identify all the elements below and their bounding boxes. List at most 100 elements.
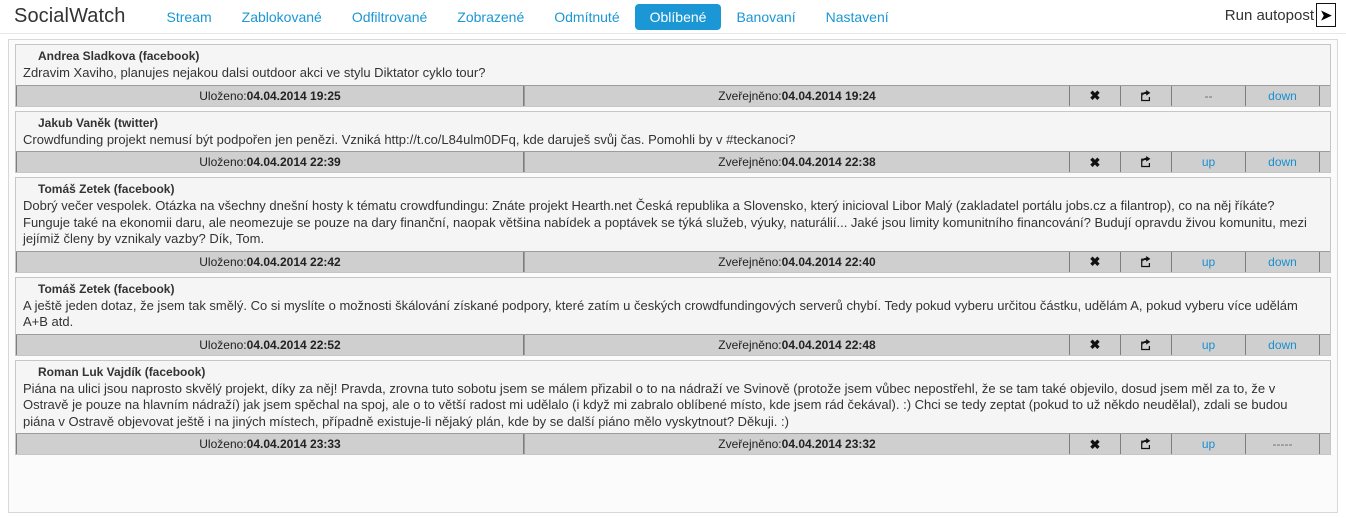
autopost-control: Run autopost ➤: [1225, 3, 1336, 27]
play-arrow-icon[interactable]: ➤: [1316, 3, 1336, 27]
share-external-icon[interactable]: [1121, 152, 1172, 172]
move-down-button[interactable]: down: [1246, 85, 1320, 106]
nav-item-nastaven-[interactable]: Nastavení: [811, 4, 904, 30]
post-author: Tomáš Zetek (facebook): [38, 281, 175, 296]
posts-list: Andrea Sladkova (facebook) Zdravim Xaviho…: [15, 44, 1331, 455]
move-up-button: --: [1172, 85, 1246, 106]
published-label: Zveřejněno:: [718, 155, 782, 169]
published-label: Zveřejněno:: [718, 337, 782, 352]
nav-item-zablokovan-[interactable]: Zablokované: [227, 4, 337, 30]
post-text: Piána na ulici jsou naprosto skvělý proj…: [23, 380, 1288, 429]
move-down-label: -----: [1272, 437, 1293, 451]
move-up-label: up: [1201, 254, 1216, 269]
saved-timestamp-cell: Uloženo: 04.04.2014 22:39: [16, 152, 524, 172]
share-external-icon[interactable]: [1121, 434, 1172, 454]
post-meta-row: Uloženo: 04.04.2014 23:33 Zveřejněno: 04.04…: [16, 433, 1330, 454]
published-label: Zveřejněno:: [718, 88, 782, 103]
move-up-label: up: [1201, 437, 1216, 451]
published-value: 04.04.2014 22:38: [781, 155, 876, 169]
saved-value: 04.04.2014 23:33: [246, 437, 341, 451]
post-author: Jakub Vaněk (twitter): [38, 115, 159, 130]
saved-timestamp-cell: Uloženo: 04.04.2014 19:25: [16, 85, 524, 106]
top-navbar: SocialWatch Stream Zablokované Odfiltrovan…: [0, 0, 1346, 34]
post-text: Zdravim Xaviho, planujes nejakou dalsi o…: [23, 65, 486, 80]
move-up-button[interactable]: up: [1172, 434, 1246, 454]
move-down-button: -----: [1246, 434, 1320, 454]
nav-item-obl-ben-[interactable]: Oblíbené: [634, 3, 722, 30]
published-timestamp-cell: Zveřejněno: 04.04.2014 22:38: [524, 152, 1070, 172]
move-down-button[interactable]: down: [1246, 251, 1320, 272]
move-down-label: down: [1268, 88, 1297, 103]
move-down-button[interactable]: down: [1246, 152, 1320, 172]
post-meta-row: Uloženo: 04.04.2014 19:25 Zveřejněno: 04.04…: [16, 84, 1330, 106]
app-brand[interactable]: SocialWatch: [14, 5, 126, 28]
saved-label: Uloženo:: [199, 155, 247, 169]
post-text: Dobrý večer vespolek. Otázka na všechny …: [23, 198, 1307, 246]
delete-post-button[interactable]: ✖: [1070, 434, 1121, 454]
move-down-label: down: [1268, 155, 1297, 169]
move-up-button[interactable]: up: [1172, 334, 1246, 355]
saved-value: 04.04.2014 22:52: [246, 337, 341, 352]
saved-label: Uloženo:: [199, 254, 247, 269]
saved-label: Uloženo:: [199, 337, 247, 352]
published-value: 04.04.2014 23:32: [781, 437, 876, 451]
delete-post-button[interactable]: ✖: [1070, 152, 1121, 172]
post-meta-row: Uloženo: 04.04.2014 22:52 Zveřejněno: 04.04…: [16, 333, 1330, 355]
autopost-label: Run autopost: [1224, 6, 1314, 24]
close-x-icon: ✖: [1089, 337, 1101, 352]
post-author: Andrea Sladkova (facebook): [38, 49, 200, 63]
saved-value: 04.04.2014 19:25: [246, 88, 341, 103]
post-card: Jakub Vaněk (twitter) Crowdfunding projek…: [15, 110, 1331, 173]
saved-timestamp-cell: Uloženo: 04.04.2014 22:52: [16, 334, 524, 355]
post-meta-row: Uloženo: 04.04.2014 22:39 Zveřejněno: 04.04…: [16, 151, 1330, 172]
move-up-label: --: [1204, 88, 1213, 103]
post-card: Tomáš Zetek (facebook) A ještě jeden dota…: [15, 276, 1331, 356]
post-card: Roman Luk Vajdík (facebook) Piána na ulic…: [15, 359, 1331, 455]
move-up-button[interactable]: up: [1172, 152, 1246, 172]
nav-item-stream[interactable]: Stream: [152, 4, 227, 30]
move-down-label: down: [1268, 337, 1297, 352]
published-timestamp-cell: Zveřejněno: 04.04.2014 23:32: [524, 434, 1070, 454]
nav-item-odfiltrovan-[interactable]: Odfiltrované: [337, 4, 442, 30]
delete-post-button[interactable]: ✖: [1070, 334, 1121, 355]
close-x-icon: ✖: [1089, 154, 1101, 170]
saved-timestamp-cell: Uloženo: 04.04.2014 22:42: [16, 251, 524, 272]
published-label: Zveřejněno:: [718, 254, 782, 269]
post-text: Crowdfunding projekt nemusí být podpořen…: [23, 131, 796, 147]
saved-timestamp-cell: Uloženo: 04.04.2014 23:33: [16, 434, 524, 454]
saved-value: 04.04.2014 22:42: [246, 254, 341, 269]
published-label: Zveřejněno:: [718, 437, 782, 451]
move-up-button[interactable]: up: [1172, 251, 1246, 272]
post-text: A ještě jeden dotaz, že jsem tak smělý. …: [23, 297, 1298, 330]
published-value: 04.04.2014 19:24: [781, 88, 876, 103]
delete-post-button[interactable]: ✖: [1070, 251, 1121, 272]
move-down-label: down: [1268, 254, 1297, 269]
saved-label: Uloženo:: [199, 88, 247, 103]
move-up-label: up: [1201, 337, 1216, 352]
post-author: Tomáš Zetek (facebook): [38, 182, 175, 196]
nav-item-odm-tnut-[interactable]: Odmítnuté: [539, 4, 634, 30]
post-meta-row: Uloženo: 04.04.2014 22:42 Zveřejněno: 04.04…: [16, 250, 1330, 272]
published-value: 04.04.2014 22:40: [781, 254, 876, 269]
close-x-icon: ✖: [1089, 436, 1101, 452]
posts-panel: Andrea Sladkova (facebook) Zdravim Xaviho…: [8, 39, 1338, 513]
saved-value: 04.04.2014 22:39: [246, 155, 341, 169]
move-up-label: up: [1201, 155, 1216, 169]
published-timestamp-cell: Zveřejněno: 04.04.2014 22:48: [524, 334, 1070, 355]
nav-item-zobrazen-[interactable]: Zobrazené: [442, 4, 539, 30]
published-value: 04.04.2014 22:48: [781, 337, 876, 352]
nav-item-banovan-[interactable]: Banovaní: [721, 4, 810, 30]
nav-links: Stream Zablokované Odfiltrované Zobrazené Od…: [152, 3, 904, 30]
share-external-icon[interactable]: [1121, 85, 1172, 106]
move-down-button[interactable]: down: [1246, 334, 1320, 355]
saved-label: Uloženo:: [199, 437, 247, 451]
published-timestamp-cell: Zveřejněno: 04.04.2014 19:24: [524, 85, 1070, 106]
close-x-icon: ✖: [1089, 88, 1101, 103]
post-card: Andrea Sladkova (facebook) Zdravim Xaviho…: [15, 44, 1331, 107]
delete-post-button[interactable]: ✖: [1070, 85, 1121, 106]
published-timestamp-cell: Zveřejněno: 04.04.2014 22:40: [524, 251, 1070, 272]
share-external-icon[interactable]: [1121, 251, 1172, 272]
close-x-icon: ✖: [1089, 254, 1101, 269]
post-author: Roman Luk Vajdík (facebook): [38, 364, 206, 379]
share-external-icon[interactable]: [1121, 334, 1172, 355]
